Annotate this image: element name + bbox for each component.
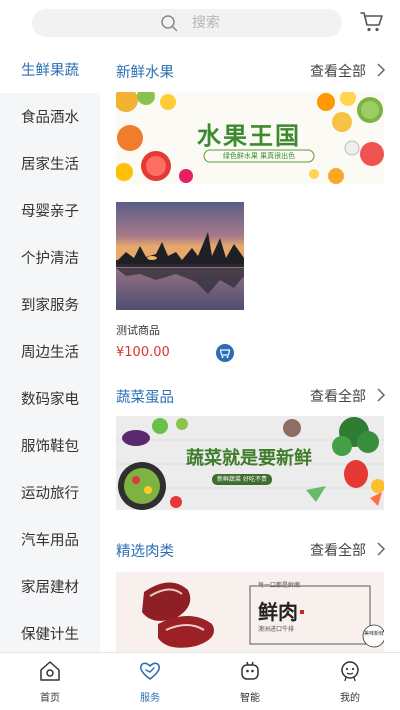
- product-price: ¥100.00: [116, 345, 170, 360]
- sidebar-item-label: 母婴亲子: [21, 204, 79, 220]
- sidebar-item-fresh[interactable]: 生鲜果蔬: [0, 46, 100, 93]
- view-all-link[interactable]: 查看全部: [310, 61, 366, 81]
- sidebar-item-label: 生鲜果蔬: [21, 63, 79, 79]
- search-icon: [161, 15, 178, 32]
- sidebar-item-auto[interactable]: 汽车用品: [0, 516, 100, 563]
- sidebar-item-label: 周边生活: [21, 345, 79, 361]
- sidebar-item-food[interactable]: 食品酒水: [0, 93, 100, 140]
- sidebar-item-health[interactable]: 保健计生: [0, 610, 100, 657]
- sidebar-item-label: 食品酒水: [21, 110, 79, 126]
- sidebar-item-building[interactable]: 家居建材: [0, 563, 100, 610]
- vegetables-banner-tagline: 新鲜蔬菜 好吃不贵: [217, 476, 267, 483]
- sidebar-item-digital[interactable]: 数码家电: [0, 375, 100, 422]
- sidebar-item-label: 到家服务: [21, 298, 79, 314]
- section-header-fruits: 新鲜水果 查看全部: [116, 58, 386, 82]
- nav-label: 服务: [140, 693, 160, 704]
- meat-banner-headline: 鲜肉: [258, 600, 298, 624]
- view-all-link[interactable]: 查看全部: [310, 386, 366, 406]
- category-content: 新鲜水果 查看全部 水果王国 绿色鲜水果 果真很出色 测试商品 ¥100.00 …: [100, 46, 400, 652]
- chevron-right-icon[interactable]: [376, 63, 386, 77]
- nav-label: 智能: [240, 693, 260, 704]
- cart-icon[interactable]: [360, 11, 384, 33]
- sidebar-item-label: 个护清洁: [21, 251, 79, 267]
- user-icon: [341, 661, 359, 682]
- nav-home[interactable]: 首页: [20, 659, 80, 705]
- heart-icon: [139, 662, 161, 680]
- nav-smart[interactable]: 智能: [220, 659, 280, 705]
- home-icon: [40, 661, 60, 681]
- sidebar-item-label: 汽车用品: [21, 533, 79, 549]
- product-name[interactable]: 测试商品: [116, 322, 160, 338]
- sidebar-item-apparel[interactable]: 服饰鞋包: [0, 422, 100, 469]
- vegetables-banner-headline: 蔬菜就是要新鲜: [186, 448, 312, 469]
- search-placeholder: 搜索: [192, 15, 220, 31]
- sidebar-item-nearby[interactable]: 周边生活: [0, 328, 100, 375]
- chevron-right-icon[interactable]: [376, 542, 386, 556]
- fruits-banner[interactable]: 水果王国 绿色鲜水果 果真很出色: [116, 92, 384, 184]
- sidebar-item-sports[interactable]: 运动旅行: [0, 469, 100, 516]
- sidebar-item-label: 家居建材: [21, 580, 79, 596]
- sidebar-item-label: 运动旅行: [21, 486, 79, 502]
- section-title: 精选肉类: [116, 544, 174, 560]
- sunset-photo: [116, 202, 244, 310]
- top-bar: 搜索: [0, 0, 400, 46]
- search-input[interactable]: 搜索: [32, 9, 342, 37]
- meat-banner-art: [142, 582, 384, 648]
- sidebar-item-home[interactable]: 居家生活: [0, 140, 100, 187]
- product-image[interactable]: [116, 202, 244, 310]
- chevron-right-icon[interactable]: [376, 388, 386, 402]
- sidebar-item-label: 保健计生: [21, 627, 79, 643]
- sidebar-item-care[interactable]: 个护清洁: [0, 234, 100, 281]
- section-title: 蔬菜蛋品: [116, 390, 174, 406]
- fruits-banner-headline: 水果王国: [197, 121, 301, 150]
- section-title: 新鲜水果: [116, 65, 174, 81]
- category-sidebar: 生鲜果蔬 食品酒水 居家生活 母婴亲子 个护清洁 到家服务 周边生活 数码家电 …: [0, 46, 100, 652]
- meat-banner-top-text: 每一口都是鲜嫩: [258, 582, 301, 589]
- bottom-nav: 首页 服务 智能 我的: [0, 652, 400, 710]
- sidebar-item-label: 数码家电: [21, 392, 79, 408]
- section-header-meat: 精选肉类 查看全部: [116, 537, 386, 561]
- meat-banner-badge: 美味新鲜: [364, 631, 384, 637]
- nav-mine[interactable]: 我的: [320, 659, 380, 705]
- add-to-cart-icon[interactable]: [216, 344, 234, 362]
- sidebar-item-service[interactable]: 到家服务: [0, 281, 100, 328]
- nav-label: 首页: [40, 693, 60, 704]
- fruits-banner-tagline: 绿色鲜水果 果真很出色: [222, 152, 296, 160]
- nav-label: 我的: [340, 693, 360, 704]
- view-all-link[interactable]: 查看全部: [310, 540, 366, 560]
- robot-icon: [241, 661, 259, 680]
- vegetables-banner[interactable]: 蔬菜就是要新鲜 新鲜蔬菜 好吃不贵: [116, 416, 384, 510]
- meat-banner-tagline: 澳洲进口牛排: [258, 626, 295, 633]
- sidebar-item-baby[interactable]: 母婴亲子: [0, 187, 100, 234]
- section-header-vegetables: 蔬菜蛋品 查看全部: [116, 383, 386, 407]
- meat-banner[interactable]: 每一口都是鲜嫩 鲜肉 澳洲进口牛排 美味新鲜: [116, 572, 384, 652]
- sidebar-item-label: 服饰鞋包: [21, 439, 79, 455]
- nav-service[interactable]: 服务: [120, 659, 180, 705]
- sidebar-item-label: 居家生活: [21, 157, 79, 173]
